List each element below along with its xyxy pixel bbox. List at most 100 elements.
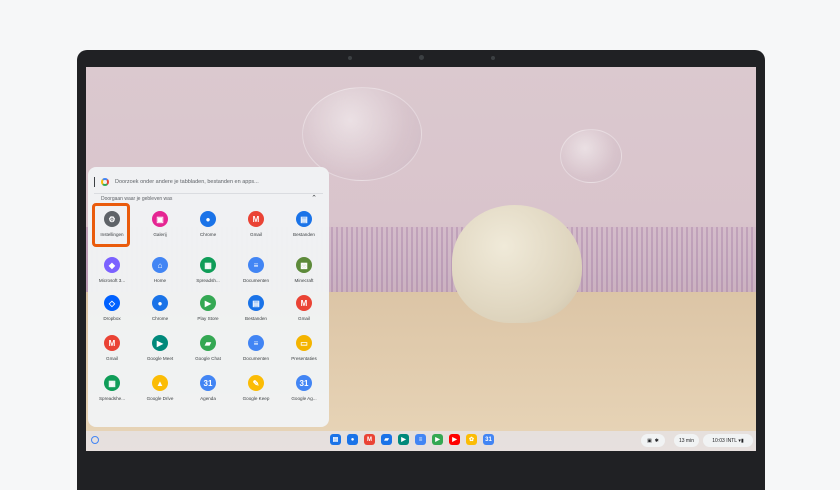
- shelf-pinned-apps: ▤ ● M ▰ ▶ ≡ ▶ ▶ ✿ 31: [330, 434, 494, 445]
- gmail-icon: M: [296, 295, 312, 311]
- settings-highlight: [92, 203, 130, 247]
- timer-tray[interactable]: 13 min: [674, 434, 699, 447]
- app-tile[interactable]: ≡ Documenten: [232, 335, 280, 361]
- screen-capture-icon: ▣: [647, 437, 652, 444]
- app-tile[interactable]: ▦ Spreadsh...: [184, 257, 232, 283]
- app-label: Google Ag...: [291, 396, 317, 401]
- gallery-icon: ▣: [152, 211, 168, 227]
- app-label: Agenda: [200, 396, 216, 401]
- app-row: ◆ Microsoft 3... ⌂ Home ▦ Spreadsh... ≡ Documen…: [88, 257, 329, 291]
- chat-icon[interactable]: ▰: [381, 434, 392, 445]
- search-placeholder: Doorzoek onder andere je tabbladen, best…: [115, 179, 259, 185]
- files-icon: ▤: [296, 211, 312, 227]
- app-tile[interactable]: 31 Agenda: [184, 375, 232, 401]
- app-tile[interactable]: ● Chrome: [136, 295, 184, 321]
- gmail-icon[interactable]: M: [364, 434, 375, 445]
- app-tile[interactable]: ▤ Bestanden: [280, 211, 328, 237]
- app-label: Microsoft 3...: [98, 278, 126, 283]
- app-tile[interactable]: ▣ Galerij: [136, 211, 184, 237]
- app-label: Gmail: [106, 356, 118, 361]
- app-tile[interactable]: ◆ Microsoft 3...: [88, 257, 136, 283]
- app-label: Google Meet: [146, 356, 174, 361]
- chrome-icon: ●: [152, 295, 168, 311]
- app-label: Home: [153, 278, 167, 283]
- dropbox-icon: ◇: [104, 295, 120, 311]
- keep-icon: ✎: [248, 375, 264, 391]
- status-tray[interactable]: 10:03 INTL ▾ ▮: [703, 434, 753, 447]
- chromeos-desktop: Doorzoek onder andere je tabbladen, best…: [86, 67, 756, 451]
- app-tile[interactable]: ◇ Dropbox: [88, 295, 136, 321]
- divider: [94, 193, 323, 194]
- app-label: Chrome: [199, 232, 217, 237]
- docs-icon[interactable]: ≡: [415, 434, 426, 445]
- launcher-search[interactable]: Doorzoek onder andere je tabbladen, best…: [94, 173, 323, 191]
- continue-section-label: Doorgaan waar je gebleven was: [101, 196, 173, 202]
- slides-icon: ▭: [296, 335, 312, 351]
- text-cursor: [94, 177, 95, 187]
- app-tile[interactable]: M Gmail: [280, 295, 328, 321]
- tray-tools[interactable]: ▣ ✱: [641, 434, 665, 447]
- wallpaper-stone: [452, 205, 582, 323]
- app-tile[interactable]: M Gmail: [232, 211, 280, 237]
- files-icon[interactable]: ▤: [330, 434, 341, 445]
- play-store-icon[interactable]: ▶: [432, 434, 443, 445]
- app-label: Spreadsh...: [196, 278, 220, 283]
- app-label: Presentaties: [291, 356, 317, 361]
- shelf: ▤ ● M ▰ ▶ ≡ ▶ ▶ ✿ 31 ▣ ✱ 13 min 10:03 INTL ▾ ▮: [86, 431, 756, 451]
- app-tile[interactable]: ▭ Presentaties: [280, 335, 328, 361]
- camera-icon: [419, 55, 424, 60]
- gmail-icon: M: [248, 211, 264, 227]
- timer-text: 13 min: [678, 437, 694, 444]
- play-store-icon: ▶: [200, 295, 216, 311]
- app-tile[interactable]: ▰ Google Chat: [184, 335, 232, 361]
- app-label: Bestanden: [293, 232, 315, 237]
- meet-icon[interactable]: ▶: [398, 434, 409, 445]
- app-tile[interactable]: M Gmail: [88, 335, 136, 361]
- files-icon: ▤: [248, 295, 264, 311]
- laptop-bezel: Doorzoek onder andere je tabbladen, best…: [77, 50, 765, 490]
- app-tile[interactable]: ▶ Google Meet: [136, 335, 184, 361]
- locale-text: INTL: [726, 437, 738, 444]
- sheets-icon: ▦: [200, 257, 216, 273]
- app-label: Documenten: [242, 356, 270, 361]
- app-label: Google Chat: [195, 356, 221, 361]
- app-tile[interactable]: ▩ Minecraft: [280, 257, 328, 283]
- minecraft-icon: ▩: [296, 257, 312, 273]
- app-label: Minecraft: [294, 278, 314, 283]
- app-tile[interactable]: 31 Google Ag...: [280, 375, 328, 401]
- app-label: Chrome: [151, 316, 169, 321]
- app-tile[interactable]: ▤ Bestanden: [232, 295, 280, 321]
- google-icon: [101, 178, 109, 186]
- calendar-icon: 31: [200, 375, 216, 391]
- app-label: Dropbox: [103, 316, 121, 321]
- app-label: Bestanden: [245, 316, 267, 321]
- docs-icon: ≡: [248, 335, 264, 351]
- youtube-icon[interactable]: ▶: [449, 434, 460, 445]
- app-tile[interactable]: ▲ Google Drive: [136, 375, 184, 401]
- app-tile[interactable]: ▶ Play Store: [184, 295, 232, 321]
- app-label: Google Keep: [242, 396, 270, 401]
- docs-icon: ≡: [248, 257, 264, 273]
- chrome-icon[interactable]: ●: [347, 434, 358, 445]
- app-label: Spreadshe...: [98, 396, 126, 401]
- app-tile[interactable]: ● Chrome: [184, 211, 232, 237]
- chevron-up-icon[interactable]: ⌃: [311, 194, 317, 202]
- home-icon: ⌂: [152, 257, 168, 273]
- app-tile[interactable]: ⌂ Home: [136, 257, 184, 283]
- app-tile[interactable]: ≡ Documenten: [232, 257, 280, 283]
- wallpaper-bubble: [560, 129, 622, 183]
- calendar-icon[interactable]: 31: [483, 434, 494, 445]
- app-launcher: Doorzoek onder andere je tabbladen, best…: [88, 167, 329, 427]
- photos-icon[interactable]: ✿: [466, 434, 477, 445]
- app-tile[interactable]: ▦ Spreadshe...: [88, 375, 136, 401]
- gmail-icon: M: [104, 335, 120, 351]
- clock-text: 10:03: [712, 437, 725, 444]
- app-row: ▦ Spreadshe... ▲ Google Drive 31 Agenda ✎ Googl…: [88, 375, 329, 409]
- calendar-icon: 31: [296, 375, 312, 391]
- sensor-dot: [348, 56, 352, 60]
- app-label: Gmail: [298, 316, 310, 321]
- gear-icon: ✱: [654, 437, 659, 444]
- microsoft365-icon: ◆: [104, 257, 120, 273]
- launcher-button[interactable]: [91, 436, 99, 444]
- app-tile[interactable]: ✎ Google Keep: [232, 375, 280, 401]
